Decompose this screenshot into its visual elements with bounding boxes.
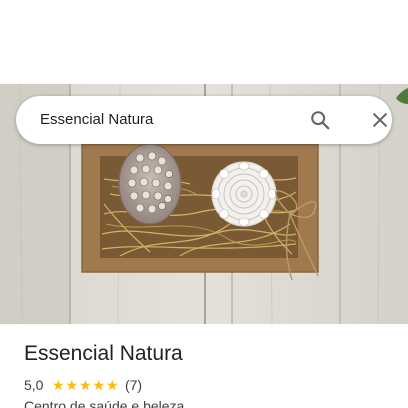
star-icon: ★ [78, 377, 92, 393]
place-category: Centro de saúde e beleza [24, 398, 185, 408]
search-bar[interactable]: Essencial Natura [16, 96, 392, 144]
close-icon [373, 113, 387, 127]
star-rating: ★ ★ ★ ★ ★ [51, 378, 119, 392]
star-icon: ★ [51, 377, 65, 393]
star-icon: ★ [65, 377, 78, 393]
star-icon: ★ [105, 377, 119, 393]
place-info-panel: Essencial Natura 5,0 ★ ★ ★ ★ ★ (7) Centr… [0, 324, 408, 408]
search-button[interactable] [304, 104, 336, 136]
search-input[interactable]: Essencial Natura [40, 96, 153, 144]
rating-row[interactable]: 5,0 ★ ★ ★ ★ ★ (7) [24, 376, 142, 394]
place-title: Essencial Natura [24, 342, 183, 365]
star-icon: ★ [92, 377, 105, 393]
rating-value: 5,0 [24, 377, 44, 393]
review-count[interactable]: (7) [125, 377, 142, 393]
search-icon [311, 111, 330, 130]
close-button[interactable] [364, 104, 396, 136]
top-blank-area [0, 0, 408, 84]
